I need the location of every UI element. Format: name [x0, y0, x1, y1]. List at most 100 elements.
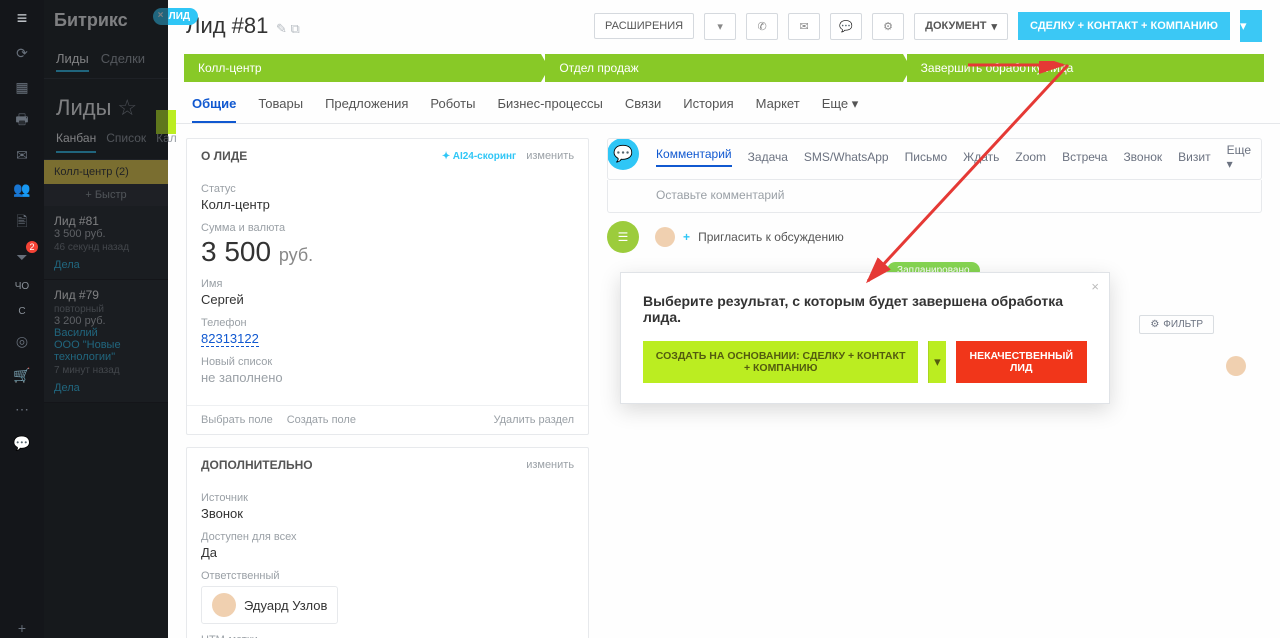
extra-box: ДОПОЛНИТЕЛЬНОизменить ИсточникЗвонок Дос… — [186, 447, 589, 638]
card-title: Лид #81 — [54, 214, 158, 228]
avatar — [212, 593, 236, 617]
lead-card[interactable]: Лид #81 3 500 руб. 46 секунд назад Дела — [44, 206, 168, 280]
tab-bp[interactable]: Бизнес-процессы — [497, 96, 602, 123]
card-sub: повторный — [54, 304, 158, 315]
filter-button[interactable]: ⚙ ФИЛЬТР — [1139, 315, 1214, 334]
pick-field[interactable]: Выбрать поле — [201, 414, 273, 426]
box-title: О ЛИДЕ — [201, 149, 247, 163]
tab-robots[interactable]: Роботы — [430, 96, 475, 123]
card-price: 3 500 руб. — [54, 228, 158, 240]
quick-add[interactable]: + Быстр — [44, 184, 168, 206]
rail-icon[interactable]: ◎ — [12, 331, 32, 351]
stage-finish[interactable]: Завершить обработку лида — [907, 54, 1264, 82]
rail-icon[interactable]: 🖶 — [12, 111, 32, 131]
tl-tab-wait[interactable]: Ждать — [963, 150, 999, 164]
add-button[interactable] — [156, 110, 176, 134]
tab-leads[interactable]: Лиды — [56, 51, 89, 72]
field-label: Имя — [201, 278, 574, 290]
invite-text[interactable]: Пригласить к обсуждению — [698, 230, 844, 244]
delete-section[interactable]: Удалить раздел — [493, 414, 574, 426]
add-icon[interactable]: + — [683, 230, 690, 244]
tl-tab-comment[interactable]: Комментарий — [656, 147, 732, 167]
about-box: О ЛИДЕAI24-скорингизменить СтатусКолл-це… — [186, 138, 589, 435]
extensions-button[interactable]: РАСШИРЕНИЯ — [594, 13, 694, 39]
tab-more[interactable]: Еще ▾ — [822, 96, 859, 123]
modal-title: Выберите результат, с которым будет заве… — [643, 293, 1087, 325]
filter-icon[interactable]: ⏷ — [12, 247, 32, 267]
rail-text[interactable]: С — [18, 306, 25, 317]
tl-tab-sms[interactable]: SMS/WhatsApp — [804, 150, 889, 164]
create-deal-dropdown[interactable]: ▾ — [1240, 10, 1262, 42]
field-label: UTM-метки — [201, 634, 574, 638]
rail-icon[interactable]: 🛒 — [12, 365, 32, 385]
star-icon[interactable]: ☆ — [117, 95, 137, 121]
close-icon[interactable]: × — [1091, 279, 1099, 294]
tl-tab-meeting[interactable]: Встреча — [1062, 150, 1107, 164]
leads-panel: Битрикс ЛИД Лиды Сделки Лиды ☆ Канбан Сп… — [44, 0, 168, 638]
rail-icon[interactable]: ⟳ — [12, 43, 32, 63]
card-price: 3 200 руб. — [54, 315, 158, 327]
rail-icon[interactable]: ▦ — [12, 77, 32, 97]
create-based-dropdown[interactable]: ▾ — [928, 341, 945, 383]
tl-tab-visit[interactable]: Визит — [1178, 150, 1210, 164]
card-time: 7 минут назад — [54, 365, 158, 376]
subtab-kanban[interactable]: Канбан — [56, 131, 96, 153]
gear-icon[interactable]: ⚙ — [872, 13, 904, 40]
edit-link[interactable]: изменить — [526, 150, 574, 162]
create-based-button[interactable]: СОЗДАТЬ НА ОСНОВАНИИ: СДЕЛКУ + КОНТАКТ +… — [643, 341, 918, 383]
tl-tab-zoom[interactable]: Zoom — [1015, 150, 1046, 164]
edit-link[interactable]: изменить — [526, 459, 574, 471]
mail-icon[interactable]: ✉ — [788, 13, 820, 40]
card-title: Лид #79 — [54, 288, 158, 302]
lead-card[interactable]: Лид #79 повторный 3 200 руб. Василий ООО… — [44, 280, 168, 403]
rail-icon[interactable]: ⋯ — [12, 399, 32, 419]
ai-scoring[interactable]: AI24-скоринг — [442, 151, 516, 162]
field-label: Телефон — [201, 317, 574, 329]
plus-icon[interactable]: + — [12, 618, 32, 638]
brand-logo: Битрикс — [44, 4, 168, 37]
card-action[interactable]: Дела — [54, 259, 158, 271]
tl-tab-more[interactable]: Еще ▾ — [1227, 143, 1251, 171]
page-title: Лид #81 ✎ ⧉ — [186, 13, 584, 39]
call-icon[interactable]: ✆ — [746, 13, 778, 40]
field-value: не заполнено — [201, 370, 574, 385]
tab-links[interactable]: Связи — [625, 96, 661, 123]
subtab-list[interactable]: Список — [106, 131, 146, 153]
phone-link[interactable]: 82313122 — [201, 331, 259, 347]
stage-header[interactable]: Колл-центр (2) — [44, 160, 168, 184]
detail-tabs: Общие Товары Предложения Роботы Бизнес-п… — [168, 82, 1280, 124]
lead-chip[interactable]: ЛИД — [153, 8, 198, 25]
create-field[interactable]: Создать поле — [287, 414, 356, 426]
comment-input[interactable]: Оставьте комментарий — [607, 180, 1262, 213]
rail-icon[interactable]: 🖹 — [12, 213, 32, 233]
rail-text[interactable]: ЧО — [15, 281, 29, 292]
bad-lead-button[interactable]: НЕКАЧЕСТВЕННЫЙ ЛИД — [956, 341, 1087, 383]
rail-icon[interactable]: 💬 — [12, 433, 32, 453]
field-value: Колл-центр — [201, 197, 574, 212]
tl-tab-task[interactable]: Задача — [748, 150, 788, 164]
ext-dropdown[interactable]: ▾ — [704, 13, 736, 40]
tab-market[interactable]: Маркет — [756, 96, 800, 123]
card-action[interactable]: Дела — [54, 382, 158, 394]
tl-tab-mail[interactable]: Письмо — [905, 150, 948, 164]
card-contact[interactable]: Василий — [54, 327, 158, 339]
field-label: Сумма и валюта — [201, 222, 574, 234]
card-company[interactable]: ООО "Новые технологии" — [54, 339, 158, 363]
document-button[interactable]: ДОКУМЕНТ ▾ — [914, 13, 1008, 40]
stage-call-center[interactable]: Колл-центр — [184, 54, 541, 82]
edit-icon[interactable]: ✎ ⧉ — [272, 21, 299, 36]
responsible-user[interactable]: Эдуард Узлов — [201, 586, 338, 624]
rail-icon[interactable]: 👥 — [12, 179, 32, 199]
tab-offers[interactable]: Предложения — [325, 96, 408, 123]
tab-history[interactable]: История — [683, 96, 733, 123]
subtab-cal[interactable]: Кал — [156, 131, 177, 153]
rail-icon[interactable]: ✉ — [12, 145, 32, 165]
create-deal-button[interactable]: СДЕЛКУ + КОНТАКТ + КОМПАНИЮ — [1018, 12, 1230, 40]
stage-sales[interactable]: Отдел продаж — [545, 54, 902, 82]
chat-icon[interactable]: 💬 — [830, 13, 862, 40]
tab-general[interactable]: Общие — [192, 96, 236, 123]
menu-icon[interactable]: ≡ — [17, 8, 28, 29]
tl-tab-call[interactable]: Звонок — [1123, 150, 1162, 164]
tab-products[interactable]: Товары — [258, 96, 303, 123]
tab-deals[interactable]: Сделки — [101, 51, 145, 72]
